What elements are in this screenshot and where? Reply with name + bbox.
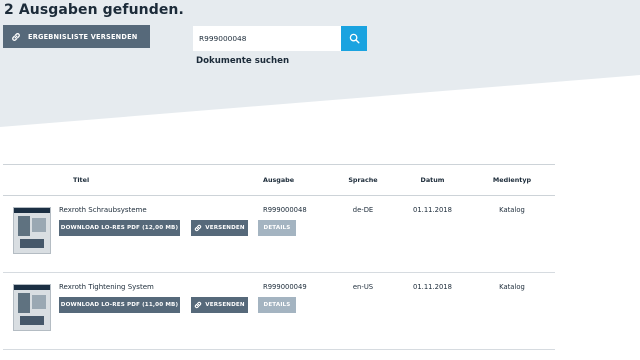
column-header-date[interactable]: Datum [396, 164, 469, 196]
download-pdf-button[interactable]: DOWNLOAD LO-RES PDF (12,00 MB) [59, 220, 180, 236]
search-icon [349, 33, 360, 44]
row-actions: DOWNLOAD LO-RES PDF (11,00 MB) VERSENDEN… [59, 291, 296, 331]
column-header-language[interactable]: Sprache [330, 164, 396, 196]
catalog-thumbnail[interactable] [13, 284, 51, 331]
search-input[interactable] [193, 26, 341, 51]
send-result-list-label: ERGEBNISLISTE VERSENDEN [28, 32, 138, 41]
link-icon [194, 301, 202, 309]
language-cell: en-US [330, 272, 396, 350]
media-type-cell: Katalog [469, 272, 555, 350]
send-document-button[interactable]: VERSENDEN [191, 297, 248, 313]
send-result-list-button[interactable]: ERGEBNISLISTE VERSENDEN [3, 25, 150, 48]
title-cell: Rexroth Schraubsysteme DOWNLOAD LO-RES P… [59, 195, 296, 273]
column-header-title[interactable]: Titel [59, 164, 260, 196]
column-header-edition[interactable]: Ausgabe [260, 164, 330, 196]
download-pdf-button[interactable]: DOWNLOAD LO-RES PDF (11,00 MB) [59, 297, 180, 313]
column-header-media-type[interactable]: Medientyp [469, 164, 555, 196]
catalog-thumbnail[interactable] [13, 207, 51, 254]
result-count-heading: 2 Ausgaben gefunden. [4, 2, 184, 18]
results-table: Titel Ausgabe Sprache Datum Medientyp Re… [3, 164, 555, 350]
thumbnail-cell [3, 272, 59, 350]
thumbnail-column-header [3, 164, 59, 196]
table-row: Rexroth Tightening System DOWNLOAD LO-RE… [3, 272, 555, 350]
send-document-label: VERSENDEN [205, 302, 245, 308]
details-button[interactable]: DETAILS [258, 220, 296, 236]
row-actions: DOWNLOAD LO-RES PDF (12,00 MB) VERSENDEN… [59, 214, 296, 254]
document-search-link[interactable]: Dokumente suchen [196, 56, 289, 66]
date-cell: 01.11.2018 [396, 272, 469, 350]
link-icon [11, 32, 21, 42]
document-title: Rexroth Tightening System [59, 283, 154, 291]
document-title: Rexroth Schraubsysteme [59, 206, 147, 214]
link-icon [194, 224, 202, 232]
table-header-row: Titel Ausgabe Sprache Datum Medientyp [3, 164, 555, 196]
table-row: Rexroth Schraubsysteme DOWNLOAD LO-RES P… [3, 195, 555, 273]
title-cell: Rexroth Tightening System DOWNLOAD LO-RE… [59, 272, 296, 350]
send-document-label: VERSENDEN [205, 225, 245, 231]
thumbnail-cell [3, 195, 59, 273]
details-button[interactable]: DETAILS [258, 297, 296, 313]
language-cell: de-DE [330, 195, 396, 273]
search-button[interactable] [341, 26, 367, 51]
search-hero-background [0, 0, 640, 127]
media-type-cell: Katalog [469, 195, 555, 273]
send-document-button[interactable]: VERSENDEN [191, 220, 248, 236]
date-cell: 01.11.2018 [396, 195, 469, 273]
